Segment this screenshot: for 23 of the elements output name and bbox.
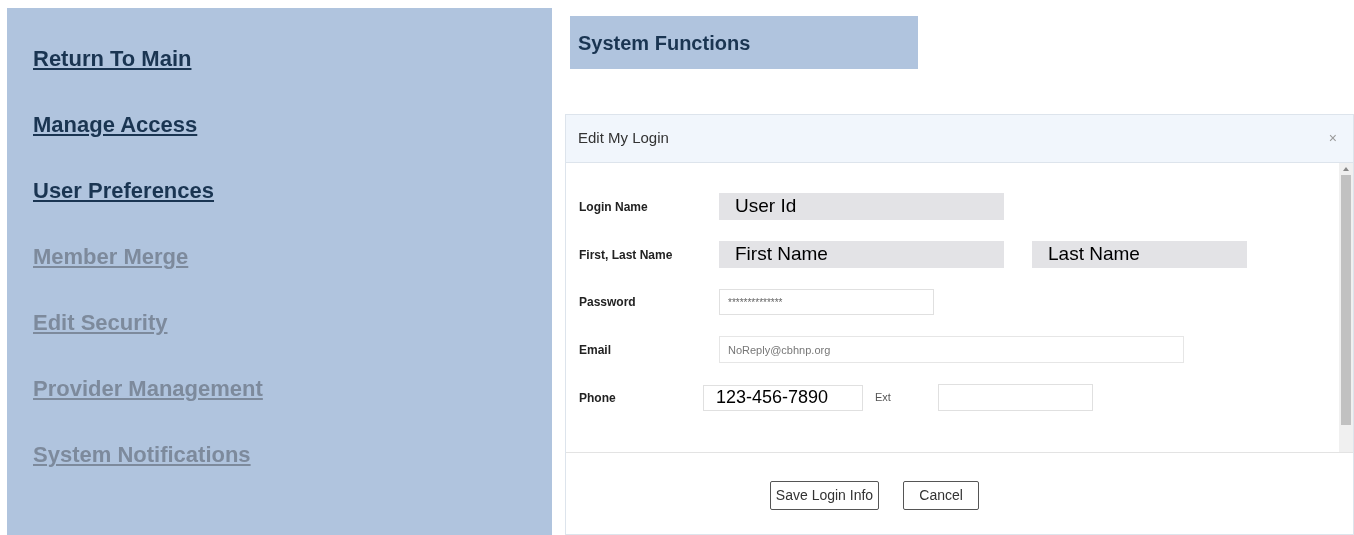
scroll-thumb[interactable] — [1341, 175, 1351, 425]
text-field[interactable]: Last Name — [1032, 241, 1247, 268]
sidebar-link[interactable]: Manage Access — [33, 109, 198, 141]
field-label: First, Last Name — [579, 246, 674, 264]
password-field[interactable]: ************** — [719, 289, 934, 315]
scroll-up-icon[interactable] — [1343, 167, 1349, 171]
field-label: Password — [579, 294, 637, 311]
sidebar-link[interactable]: Return To Main — [33, 43, 192, 75]
field-label: Email — [579, 341, 612, 359]
ext-label: Ext — [875, 390, 892, 406]
email-field[interactable]: NoReply@cbhnp.org — [719, 336, 1184, 363]
page-heading: System Functions — [570, 16, 918, 69]
ext-field[interactable] — [938, 384, 1093, 411]
text-field[interactable]: First Name — [719, 241, 1004, 268]
cancel-button[interactable]: Cancel — [903, 481, 980, 510]
field-label: Phone — [579, 389, 617, 407]
scrollbar[interactable] — [1339, 163, 1353, 452]
sidebar-link[interactable]: User Preferences — [33, 175, 214, 207]
dialog-title: Edit My Login — [578, 128, 669, 149]
text-field[interactable]: User Id — [719, 193, 1004, 220]
save-button[interactable]: Save Login Info — [769, 481, 880, 510]
field-label: Login Name — [579, 198, 649, 216]
phone-field[interactable]: 123-456-7890 — [703, 384, 863, 411]
